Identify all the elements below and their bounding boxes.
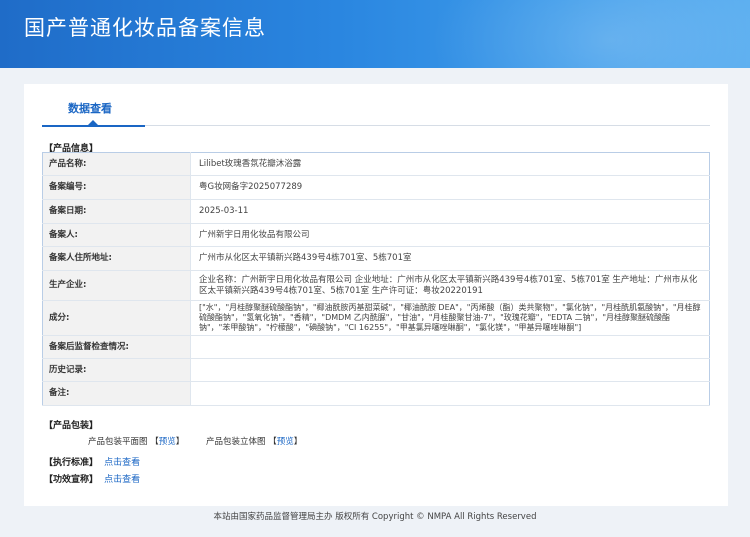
filing-number-value: 粤G妆网备字2025077289 <box>190 175 710 200</box>
section-efficacy: 【功效宣称】 点击查看 <box>44 472 140 485</box>
row-label: 备案编号: <box>42 175 191 200</box>
row-label: 成分: <box>42 300 191 336</box>
row-label: 生产企业: <box>42 270 191 301</box>
history-value <box>190 358 710 382</box>
product-info-table: 产品名称: Lilibet玫瑰香氛花瓣沐浴露 备案编号: 粤G妆网备字20250… <box>42 152 710 406</box>
bracket-open: 【 <box>150 437 159 447</box>
row-label: 备注: <box>42 381 191 406</box>
table-row: 备案人: 广州新宇日用化妆品有限公司 <box>42 223 710 247</box>
row-label: 备案后监督检查情况: <box>42 335 191 359</box>
section-standard-label: 【执行标准】 <box>44 458 99 468</box>
package-flat-preview-link[interactable]: 预览 <box>159 437 176 447</box>
remarks-value <box>190 381 710 406</box>
package-solid-label: 产品包装立体图 <box>206 437 266 447</box>
table-row: 生产企业: 企业名称：广州新宇日用化妆品有限公司 企业地址：广州市从化区太平镇新… <box>42 270 710 301</box>
table-row: 备案日期: 2025-03-11 <box>42 199 710 224</box>
inspection-value <box>190 335 710 359</box>
tab-data-view[interactable]: 数据查看 <box>68 100 112 116</box>
package-solid-row: 产品包装立体图 【预览】 <box>206 435 302 447</box>
section-packaging: 【产品包装】 <box>44 421 99 431</box>
manufacturer-value: 企业名称：广州新宇日用化妆品有限公司 企业地址：广州市从化区太平镇新兴路439号… <box>190 270 710 301</box>
filer-value: 广州新宇日用化妆品有限公司 <box>190 223 710 247</box>
ingredients-value: ["水"，"月桂醇聚醚硫酸酯钠"，"椰油酰胺丙基甜菜碱"，"椰油酰胺 DEA"，… <box>190 300 710 336</box>
package-solid-preview-link[interactable]: 预览 <box>277 437 294 447</box>
package-flat-row: 产品包装平面图 【预览】 <box>88 435 184 447</box>
package-flat-label: 产品包装平面图 <box>88 437 148 447</box>
bracket-close: 】 <box>293 437 303 447</box>
standard-view-link[interactable]: 点击查看 <box>104 458 140 468</box>
page-title: 国产普通化妆品备案信息 <box>24 16 266 40</box>
section-standard: 【执行标准】 点击查看 <box>44 455 140 468</box>
row-label: 备案日期: <box>42 199 191 224</box>
active-tab-underline <box>42 125 145 127</box>
row-label: 备案人住所地址: <box>42 246 191 271</box>
filing-date-value: 2025-03-11 <box>190 199 710 224</box>
table-row: 产品名称: Lilibet玫瑰香氛花瓣沐浴露 <box>42 152 710 176</box>
table-row: 备案人住所地址: 广州市从化区太平镇新兴路439号4栋701室、5栋701室 <box>42 246 710 271</box>
table-row: 备注: <box>42 381 710 406</box>
table-row: 成分: ["水"，"月桂醇聚醚硫酸酯钠"，"椰油酰胺丙基甜菜碱"，"椰油酰胺 D… <box>42 300 710 336</box>
product-name-value: Lilibet玫瑰香氛花瓣沐浴露 <box>190 152 710 176</box>
bracket-close: 】 <box>175 437 185 447</box>
header-banner: 国产普通化妆品备案信息 <box>0 0 750 68</box>
row-label: 产品名称: <box>42 152 191 176</box>
table-row: 备案后监督检查情况: <box>42 335 710 359</box>
table-row: 备案编号: 粤G妆网备字2025077289 <box>42 175 710 200</box>
row-label: 备案人: <box>42 223 191 247</box>
section-efficacy-label: 【功效宣称】 <box>44 475 99 485</box>
footer: 本站由国家药品监督管理局主办 版权所有 Copyright © NMPA All… <box>213 512 537 522</box>
table-row: 历史记录: <box>42 358 710 382</box>
content-panel: 数据查看 【产品信息】 产品名称: Lilibet玫瑰香氛花瓣沐浴露 备案编号:… <box>24 84 728 506</box>
efficacy-view-link[interactable]: 点击查看 <box>104 475 140 485</box>
tab-bar: 数据查看 <box>42 102 710 127</box>
row-label: 历史记录: <box>42 358 191 382</box>
filer-address-value: 广州市从化区太平镇新兴路439号4栋701室、5栋701室 <box>190 246 710 271</box>
bracket-open: 【 <box>268 437 277 447</box>
